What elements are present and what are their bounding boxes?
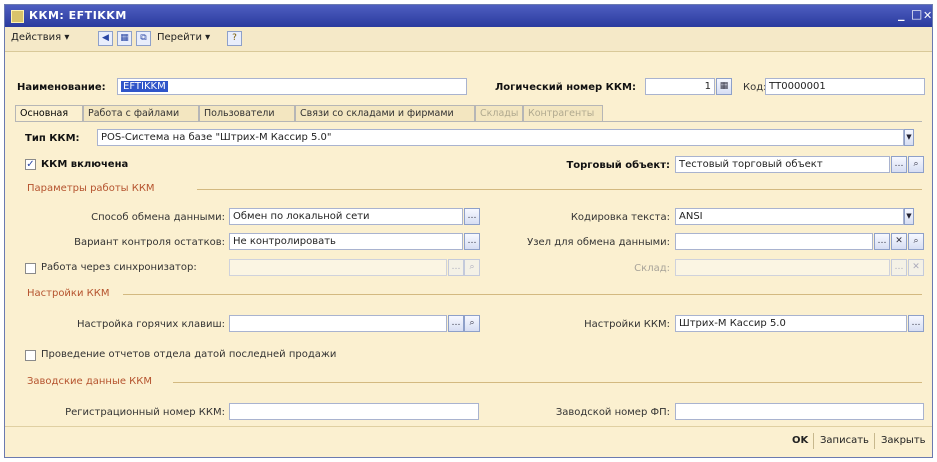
- close-button[interactable]: ✕: [923, 9, 932, 22]
- encoding-field[interactable]: ANSI: [675, 208, 904, 225]
- kkm-window: ККМ: EFTIKKM _ □ ✕ Действия ▾ ◀ ▦ ⧉ Пере…: [4, 4, 933, 458]
- kkm-settings-label: Настройки ККМ:: [584, 319, 670, 330]
- kkm-type-label: Тип ККМ:: [25, 133, 80, 144]
- footer-separator: [813, 433, 814, 449]
- reports-label: Проведение отчетов отдела датой последне…: [41, 349, 337, 360]
- sync-checkbox[interactable]: [25, 263, 36, 274]
- tab-main[interactable]: Основная: [15, 105, 83, 122]
- tab-users[interactable]: Пользователи: [199, 105, 295, 121]
- hotkeys-label: Настройка горячих клавиш:: [77, 319, 225, 330]
- table-icon[interactable]: ▦: [117, 31, 132, 46]
- kkm-type-dropdown-icon[interactable]: ▼: [904, 129, 914, 146]
- warehouse-select-button[interactable]: …: [891, 259, 907, 276]
- tab-counterparties[interactable]: Контрагенты: [523, 105, 603, 121]
- hotkeys-search-icon[interactable]: ⌕: [464, 315, 480, 332]
- save-button[interactable]: Записать: [820, 435, 869, 446]
- reports-checkbox[interactable]: [25, 350, 36, 361]
- exchange-node-field[interactable]: [675, 233, 873, 250]
- footer-bar: OK Записать Закрыть: [5, 426, 932, 457]
- section-params-title: Параметры работы ККМ: [27, 183, 155, 194]
- title-bar[interactable]: ККМ: EFTIKKM _ □ ✕: [5, 5, 932, 27]
- reg-number-label: Регистрационный номер ККМ:: [65, 407, 225, 418]
- trade-object-select-button[interactable]: …: [891, 156, 907, 173]
- stock-control-field[interactable]: Не контролировать: [229, 233, 463, 250]
- factory-fp-field[interactable]: [675, 403, 924, 420]
- toolbar: Действия ▾ ◀ ▦ ⧉ Перейти ▾ ?: [5, 27, 932, 52]
- window-icon: [11, 10, 24, 23]
- sync-label: Работа через синхронизатор:: [41, 262, 197, 273]
- name-label: Наименование:: [17, 82, 106, 93]
- stock-control-select-button[interactable]: …: [464, 233, 480, 250]
- exchange-method-field[interactable]: Обмен по локальной сети: [229, 208, 463, 225]
- close-form-button[interactable]: Закрыть: [881, 435, 926, 446]
- encoding-label: Кодировка текста:: [570, 212, 670, 223]
- trade-object-search-icon[interactable]: ⌕: [908, 156, 924, 173]
- copy-icon[interactable]: ⧉: [136, 31, 151, 46]
- warehouse-clear-icon[interactable]: ✕: [908, 259, 924, 276]
- kkm-enabled-label: ККМ включена: [41, 159, 129, 170]
- section-factory-title: Заводские данные ККМ: [27, 376, 153, 387]
- code-label: Код:: [743, 82, 767, 93]
- tab-files[interactable]: Работа с файлами: [83, 105, 199, 121]
- actions-menu[interactable]: Действия ▾: [11, 32, 69, 43]
- section-settings-title: Настройки ККМ: [27, 288, 110, 299]
- window-title: ККМ: EFTIKKM: [29, 9, 127, 22]
- warehouse-label: Склад:: [634, 263, 670, 274]
- arrow-left-icon[interactable]: ◀: [98, 31, 113, 46]
- reg-number-field[interactable]: [229, 403, 479, 420]
- sync-select-button[interactable]: …: [448, 259, 464, 276]
- tab-warehouses-links[interactable]: Связи со складами и фирмами: [295, 105, 475, 121]
- help-button[interactable]: ?: [227, 31, 242, 46]
- kkm-settings-select-button[interactable]: …: [908, 315, 924, 332]
- exchange-method-select-button[interactable]: …: [464, 208, 480, 225]
- exchange-node-search-icon[interactable]: ⌕: [908, 233, 924, 250]
- exchange-node-clear-icon[interactable]: ✕: [891, 233, 907, 250]
- kkm-settings-field[interactable]: Штрих-М Кассир 5.0: [675, 315, 907, 332]
- maximize-button[interactable]: □: [911, 7, 922, 21]
- trade-object-label: Торговый объект:: [566, 160, 670, 171]
- kkm-enabled-checkbox[interactable]: ✓: [25, 159, 36, 170]
- hotkeys-field[interactable]: [229, 315, 447, 332]
- logical-number-label: Логический номер ККМ:: [495, 82, 636, 93]
- name-field[interactable]: EFTIKKM: [117, 78, 467, 95]
- stock-control-label: Вариант контроля остатков:: [74, 237, 225, 248]
- exchange-node-label: Узел для обмена данными:: [527, 237, 670, 248]
- minimize-button[interactable]: _: [898, 7, 905, 22]
- exchange-method-label: Способ обмена данными:: [91, 212, 225, 223]
- tab-warehouses[interactable]: Склады: [475, 105, 523, 121]
- warehouse-field[interactable]: [675, 259, 890, 276]
- tab-divider: [15, 121, 922, 122]
- kkm-type-field[interactable]: POS-Система на базе "Штрих-М Кассир 5.0": [97, 129, 904, 146]
- ok-button[interactable]: OK: [792, 435, 808, 446]
- factory-fp-label: Заводской номер ФП:: [555, 407, 670, 418]
- sync-field[interactable]: [229, 259, 447, 276]
- footer-separator: [874, 433, 875, 449]
- exchange-node-select-button[interactable]: …: [874, 233, 890, 250]
- section-factory-divider: [173, 382, 922, 383]
- trade-object-field[interactable]: Тестовый торговый объект: [675, 156, 890, 173]
- goto-menu[interactable]: Перейти ▾: [157, 32, 210, 43]
- encoding-dropdown-icon[interactable]: ▼: [904, 208, 914, 225]
- hotkeys-select-button[interactable]: …: [448, 315, 464, 332]
- sync-search-icon[interactable]: ⌕: [464, 259, 480, 276]
- section-params-divider: [197, 189, 922, 190]
- section-settings-divider: [123, 294, 922, 295]
- calculator-icon[interactable]: ▦: [716, 78, 732, 95]
- logical-number-field[interactable]: 1: [645, 78, 715, 95]
- code-field[interactable]: ТТ0000001: [765, 78, 925, 95]
